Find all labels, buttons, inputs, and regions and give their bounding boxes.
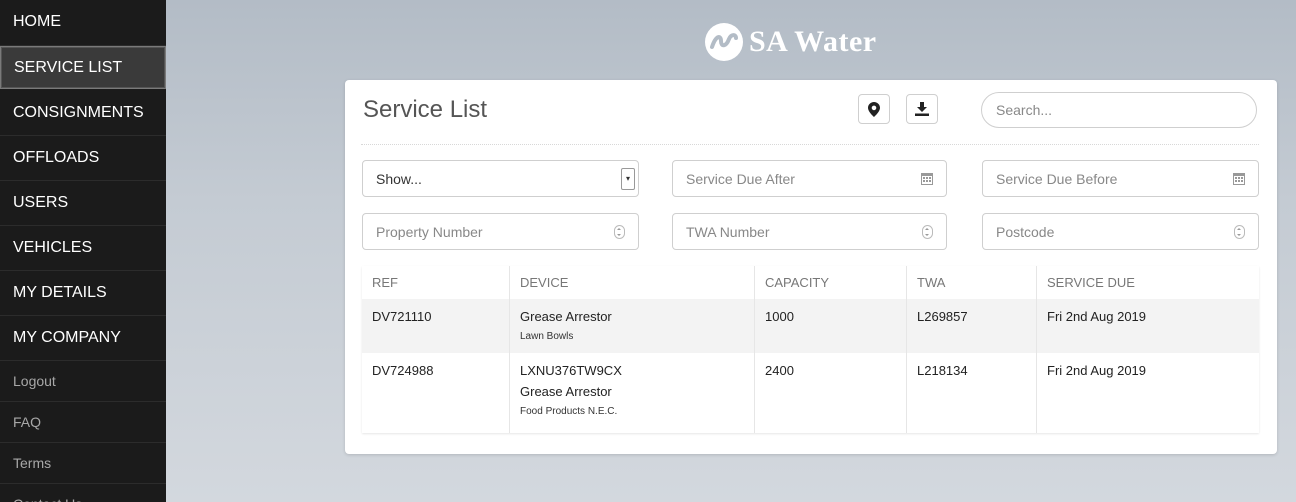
search-input[interactable] — [981, 92, 1257, 128]
column-header-capacity[interactable]: CAPACITY — [754, 266, 907, 299]
cell-ref: DV724988 — [362, 353, 510, 433]
download-button[interactable] — [906, 94, 938, 124]
sidebar-item-faq[interactable]: FAQ — [0, 402, 166, 443]
column-header-service-due[interactable]: SERVICE DUE — [1036, 266, 1259, 299]
device-name: Grease Arrestor — [520, 309, 612, 324]
service-due-after-placeholder: Service Due After — [686, 170, 795, 187]
property-number-placeholder: Property Number — [376, 223, 483, 240]
service-due-before-field[interactable]: Service Due Before — [982, 160, 1259, 197]
map-marker-icon — [868, 101, 880, 117]
brand-name: SA Water — [749, 25, 877, 58]
sidebar-item-offloads[interactable]: OFFLOADS — [0, 136, 166, 181]
service-due-after-field[interactable]: Service Due After — [672, 160, 947, 197]
postcode-field[interactable]: Postcode — [982, 213, 1259, 250]
twa-number-field[interactable]: TWA Number — [672, 213, 947, 250]
sidebar-item-users[interactable]: USERS — [0, 181, 166, 226]
device-category: Food Products N.E.C. — [520, 406, 618, 417]
cell-device: LXNU376TW9CX Grease Arrestor Food Produc… — [509, 353, 755, 433]
calendar-icon — [1233, 173, 1245, 185]
stepper-icon — [1234, 224, 1245, 239]
page-title: Service List — [363, 96, 488, 123]
device-category: Lawn Bowls — [520, 331, 574, 342]
twa-number-placeholder: TWA Number — [686, 223, 770, 240]
table-header-row: REF DEVICE CAPACITY TWA SERVICE DUE — [362, 266, 1259, 299]
sidebar-item-contact-us[interactable]: Contact Us — [0, 484, 166, 502]
service-list-panel: Service List Show... ▾ Service Due After… — [345, 80, 1277, 454]
service-table: REF DEVICE CAPACITY TWA SERVICE DUE DV72… — [362, 266, 1259, 433]
map-view-button[interactable] — [858, 94, 890, 124]
sidebar-item-vehicles[interactable]: VEHICLES — [0, 226, 166, 271]
show-select-value: Show... — [376, 170, 422, 187]
calendar-icon — [921, 173, 933, 185]
cell-device: Grease Arrestor Lawn Bowls — [509, 299, 755, 353]
sidebar-item-consignments[interactable]: CONSIGNMENTS — [0, 91, 166, 136]
cell-capacity: 2400 — [754, 353, 907, 433]
cell-capacity: 1000 — [754, 299, 907, 353]
stepper-icon — [614, 224, 625, 239]
column-header-twa[interactable]: TWA — [906, 266, 1037, 299]
divider — [361, 144, 1259, 145]
table-row[interactable]: DV721110 Grease Arrestor Lawn Bowls 1000… — [362, 299, 1259, 353]
cell-ref: DV721110 — [362, 299, 510, 353]
show-select[interactable]: Show... ▾ — [362, 160, 639, 197]
sidebar-item-service-list[interactable]: SERVICE LIST — [0, 46, 166, 89]
cell-service-due: Fri 2nd Aug 2019 — [1036, 353, 1259, 433]
cell-twa: L269857 — [906, 299, 1037, 353]
postcode-placeholder: Postcode — [996, 223, 1055, 240]
download-icon — [915, 102, 929, 116]
column-header-device[interactable]: DEVICE — [509, 266, 755, 299]
column-header-ref[interactable]: REF — [362, 266, 510, 299]
sidebar-item-terms[interactable]: Terms — [0, 443, 166, 484]
cell-twa: L218134 — [906, 353, 1037, 433]
cell-service-due: Fri 2nd Aug 2019 — [1036, 299, 1259, 353]
sidebar-item-my-details[interactable]: MY DETAILS — [0, 271, 166, 316]
stepper-icon — [922, 224, 933, 239]
sidebar: HOME SERVICE LIST CONSIGNMENTS OFFLOADS … — [0, 0, 166, 502]
brand-logo: SA Water — [705, 20, 877, 64]
sidebar-item-my-company[interactable]: MY COMPANY — [0, 316, 166, 361]
sidebar-item-logout[interactable]: Logout — [0, 361, 166, 402]
device-name: Grease Arrestor — [520, 384, 612, 399]
table-row[interactable]: DV724988 LXNU376TW9CX Grease Arrestor Fo… — [362, 353, 1259, 433]
water-drop-logo-icon — [705, 23, 743, 61]
property-number-field[interactable]: Property Number — [362, 213, 639, 250]
chevron-down-icon: ▾ — [621, 167, 635, 190]
service-due-before-placeholder: Service Due Before — [996, 170, 1118, 187]
device-id: LXNU376TW9CX — [520, 363, 622, 378]
sidebar-item-home[interactable]: HOME — [0, 0, 166, 46]
